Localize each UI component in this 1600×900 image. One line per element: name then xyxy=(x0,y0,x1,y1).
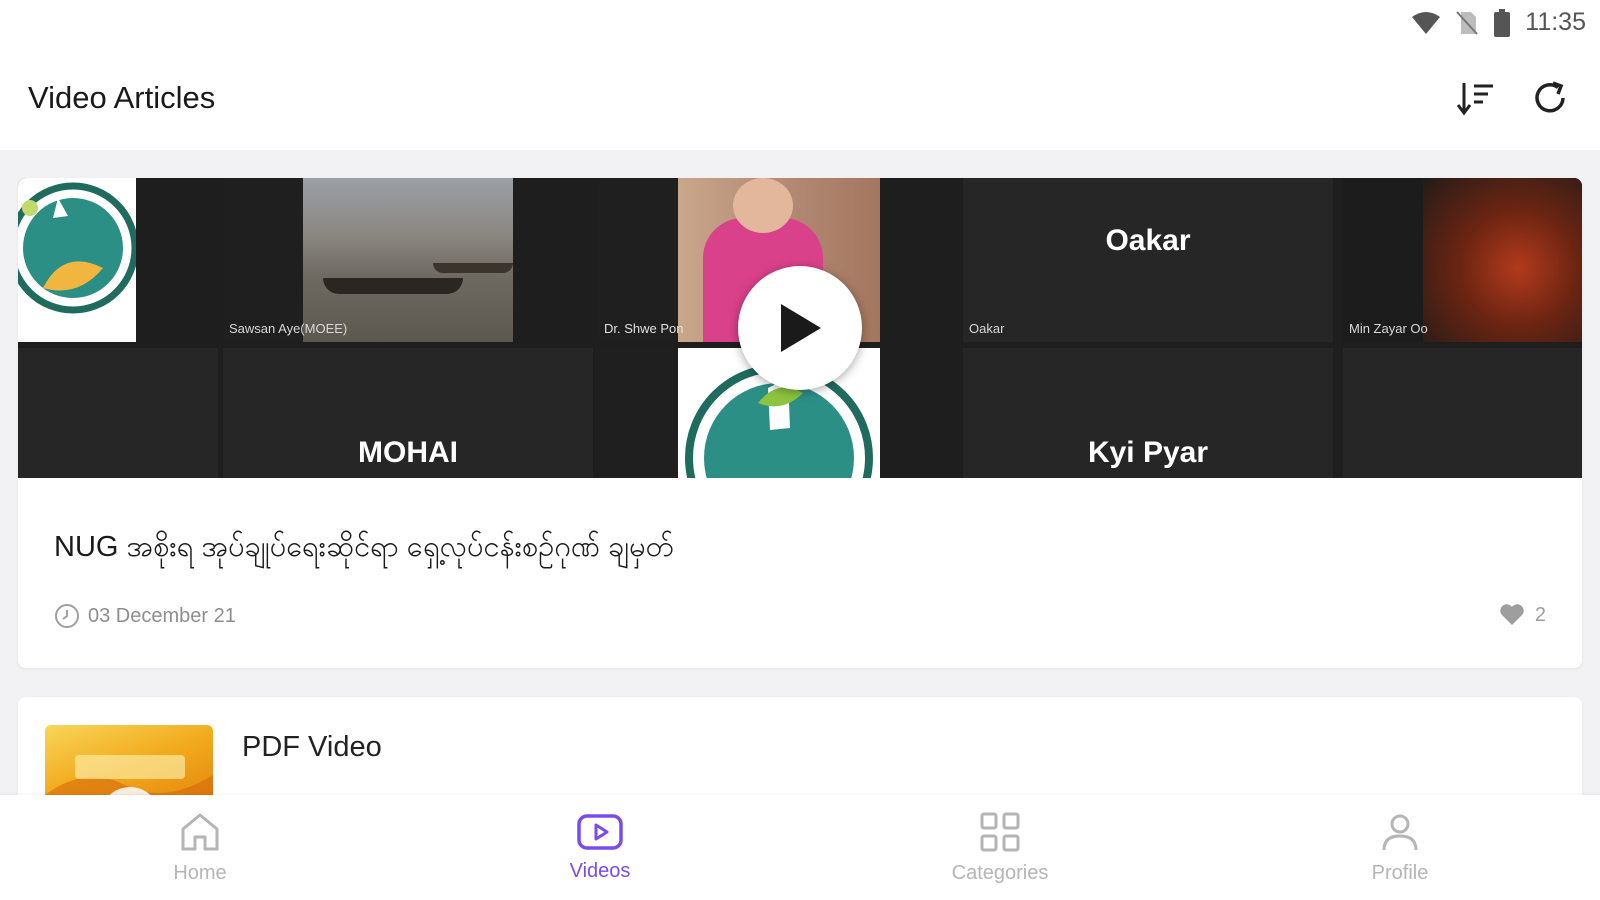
heart-icon xyxy=(1500,604,1524,625)
empty-tile xyxy=(1343,348,1582,478)
video-title[interactable]: PDF Video xyxy=(242,731,382,764)
refresh-button[interactable] xyxy=(1528,76,1572,120)
play-icon xyxy=(781,304,821,352)
play-button[interactable] xyxy=(738,266,862,390)
nav-item-home[interactable]: Home xyxy=(0,795,400,900)
video-date: 03 December 21 xyxy=(54,603,236,629)
status-bar: 11:35 xyxy=(0,0,1600,45)
nav-item-categories[interactable]: Categories xyxy=(800,795,1200,900)
nav-label: Home xyxy=(173,862,227,884)
like-count: 2 xyxy=(1534,603,1546,626)
wifi-icon xyxy=(1411,10,1441,36)
date-text: 03 December 21 xyxy=(88,604,236,627)
participant-tile-1: Sawsan Aye(MOEE) xyxy=(223,178,513,342)
nav-item-profile[interactable]: Profile xyxy=(1200,795,1600,900)
participant-tile-3: Oakar Oakar xyxy=(963,178,1333,342)
participant-tile-4: Min Zayar Oo xyxy=(1343,178,1582,342)
empty-tile xyxy=(18,348,218,478)
no-sim-icon xyxy=(1455,10,1479,36)
clock-time: 11:35 xyxy=(1525,8,1586,36)
home-icon xyxy=(181,813,219,851)
battery-icon xyxy=(1493,8,1511,37)
video-title[interactable]: NUG အစိုးရ အုပ်ချုပ်ရေးဆိုင်ရာ ရှေ့လုပ်င… xyxy=(54,528,674,571)
nav-label: Videos xyxy=(569,860,631,882)
like-button[interactable]: 2 xyxy=(1499,603,1546,627)
nav-label: Categories xyxy=(951,862,1049,884)
page-title: Video Articles xyxy=(28,79,216,115)
nav-label: Profile xyxy=(1371,862,1429,884)
refresh-icon xyxy=(1535,80,1565,112)
bottom-navigation: Home Videos Categories Profile xyxy=(0,795,1600,900)
participant-tile-7: Kyi Pyar xyxy=(963,348,1333,478)
clock-icon xyxy=(55,604,79,628)
app-bar: Video Articles xyxy=(0,45,1600,150)
nav-item-videos[interactable]: Videos xyxy=(400,795,800,900)
video-play-icon xyxy=(577,814,623,850)
participant-tile-5: MOHAI xyxy=(223,348,593,478)
sort-icon xyxy=(1457,82,1493,115)
featured-video-card[interactable]: Sawsan Aye(MOEE) Dr. Shwe Pon Oakar Oaka… xyxy=(18,178,1582,668)
logo-tile xyxy=(18,178,139,342)
video-thumbnail[interactable]: Sawsan Aye(MOEE) Dr. Shwe Pon Oakar Oaka… xyxy=(18,178,1582,478)
person-icon xyxy=(1382,814,1418,851)
grid-icon xyxy=(980,812,1020,852)
sort-button[interactable] xyxy=(1454,76,1498,120)
